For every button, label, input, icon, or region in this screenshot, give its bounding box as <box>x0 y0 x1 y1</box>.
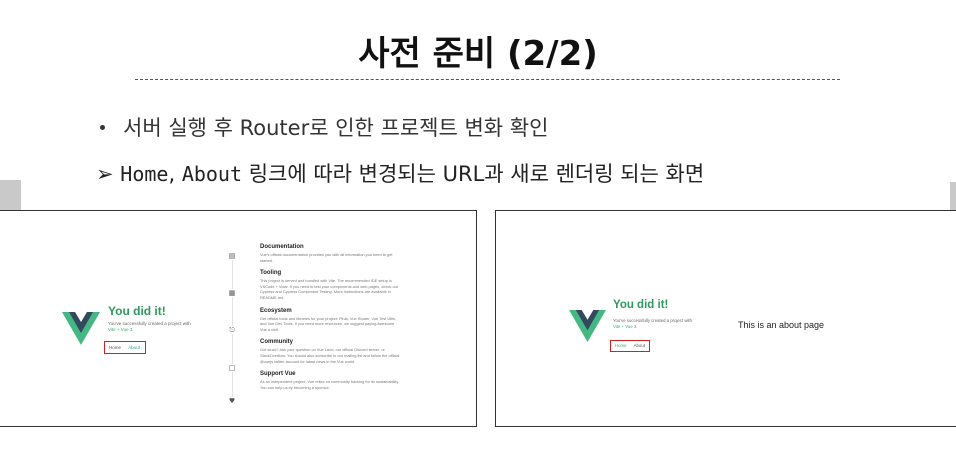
section-support: Support Vue As an independent project, V… <box>260 371 400 390</box>
chat-icon: □ <box>228 364 236 372</box>
about-subtitle-links[interactable]: Vite + Vue 3. <box>613 324 638 329</box>
section-title: Community <box>260 339 293 346</box>
section-body: This project is served and bundled with … <box>260 278 398 300</box>
bullet-dot <box>100 124 105 130</box>
home-subtitle-links[interactable]: Vite + Vue 3. <box>108 327 134 332</box>
title-divider <box>135 79 840 80</box>
section-ecosystem: Ecosystem Get official tools and librari… <box>260 308 400 333</box>
arrow-comma: , <box>168 162 182 186</box>
arrow-home-word: Home <box>120 162 169 186</box>
nav-about-link[interactable]: About <box>634 341 645 351</box>
bullet-text: 서버 실행 후 Router로 인한 프로젝트 변화 확인 <box>123 116 549 140</box>
arrow-rest: 링크에 따라 변경되는 URL과 새로 렌더링 되는 화면 <box>242 162 705 186</box>
nav-home-link[interactable]: Home <box>615 341 626 351</box>
vue-logo <box>569 310 606 343</box>
nav-home-link[interactable]: Home <box>109 342 121 353</box>
home-subtitle: You've successfully created a project wi… <box>108 321 218 333</box>
home-nav: Home About <box>104 341 146 354</box>
nav-about-link[interactable]: About <box>128 342 140 353</box>
vue-logo <box>62 312 100 345</box>
home-content-column: Documentation Vue's official documentati… <box>260 244 400 397</box>
section-title: Ecosystem <box>260 307 292 314</box>
section-tooling: Tooling This project is served and bundl… <box>260 270 400 300</box>
about-subtitle: You've successfully created a project wi… <box>613 318 723 329</box>
section-body: As an independent project, Vue relies on… <box>260 379 400 390</box>
ecosystem-icon: ⎋ <box>228 326 236 334</box>
section-title: Tooling <box>260 270 282 277</box>
book-icon: ▤ <box>228 252 236 260</box>
arrow-about-word: About <box>181 162 243 186</box>
home-subtitle-text: You've successfully created a project wi… <box>108 321 191 326</box>
home-screenshot-top-border <box>21 210 476 211</box>
section-title: Documentation <box>260 244 304 250</box>
about-subtitle-text: You've successfully created a project wi… <box>613 318 693 323</box>
arrow-prefix: ➢ <box>96 162 121 186</box>
arrow-line: ➢ Home, About 링크에 따라 변경되는 URL과 새로 렌더링 되는… <box>96 158 704 188</box>
heart-icon: ♥ <box>228 397 236 405</box>
about-screenshot <box>495 210 956 427</box>
section-body: Got stuck? Ask your question on Vue Land… <box>260 347 400 364</box>
section-body: Get official tools and libraries for you… <box>260 315 397 332</box>
home-heading: You did it! <box>108 304 166 318</box>
section-documentation: Documentation Vue's official documentati… <box>260 244 400 263</box>
bullet-line: 서버 실행 후 Router로 인한 프로젝트 변화 확인 <box>100 112 548 142</box>
slide-title: 사전 준비 (2/2) <box>358 34 598 74</box>
about-heading: You did it! <box>613 299 669 311</box>
toolbox-icon: ▦ <box>228 289 236 297</box>
section-community: Community Got stuck? Ask your question o… <box>260 339 400 364</box>
section-body: Vue's official documentation provides yo… <box>260 252 393 263</box>
about-page-text: This is an about page <box>738 320 825 330</box>
section-title: Support Vue <box>260 371 296 378</box>
about-nav: Home About <box>610 340 650 352</box>
